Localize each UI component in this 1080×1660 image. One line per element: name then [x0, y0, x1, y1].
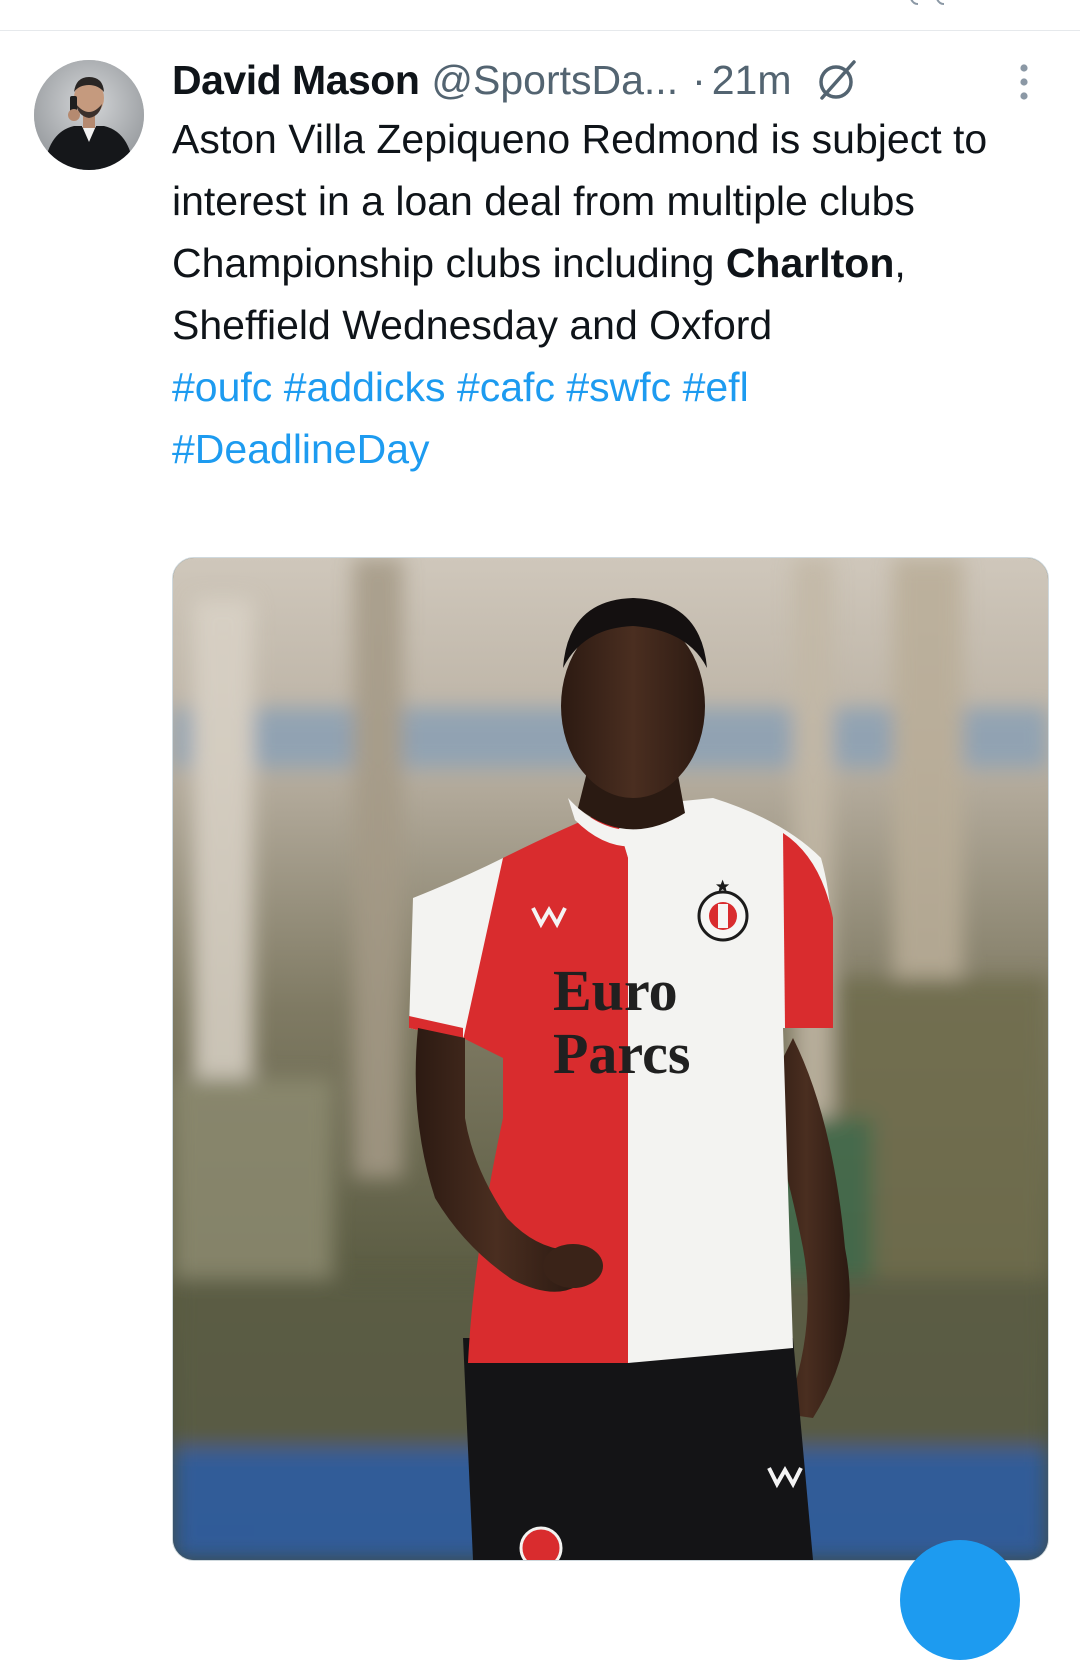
hashtag-link[interactable]: #DeadlineDay [172, 426, 430, 472]
partial-icon [910, 0, 945, 5]
hashtag-link[interactable]: #efl [683, 364, 749, 410]
tweet-timestamp[interactable]: 21m [712, 57, 792, 104]
tweet-text-bold: Charlton [725, 240, 895, 286]
author-handle[interactable]: @SportsDa... [431, 57, 678, 104]
player-photo: Euro Parcs [173, 558, 1048, 1560]
grok-icon[interactable] [814, 56, 862, 104]
tweet-header: David Mason @SportsDa... · 21m [172, 50, 1052, 110]
hashtag-link[interactable]: #swfc [566, 364, 671, 410]
avatar[interactable] [34, 60, 144, 170]
top-divider [0, 30, 1080, 31]
shirt-sponsor-line2: Parcs [553, 1021, 690, 1086]
tweet-text: Aston Villa Zepiqueno Redmond is subject… [172, 108, 1042, 480]
dot-separator: · [692, 56, 706, 103]
author-name[interactable]: David Mason [172, 57, 420, 104]
hashtag-list: #oufc #addicks #cafc #swfc #efl #Deadlin… [172, 364, 749, 472]
hashtag-link[interactable]: #cafc [457, 364, 555, 410]
more-icon[interactable] [1012, 62, 1036, 102]
compose-fab[interactable] [900, 1540, 1020, 1660]
hashtag-link[interactable]: #addicks [284, 364, 446, 410]
tweet-media[interactable]: Euro Parcs [172, 557, 1049, 1561]
shirt-sponsor-line1: Euro [553, 958, 678, 1023]
hashtag-link[interactable]: #oufc [172, 364, 272, 410]
avatar-image [34, 60, 144, 170]
